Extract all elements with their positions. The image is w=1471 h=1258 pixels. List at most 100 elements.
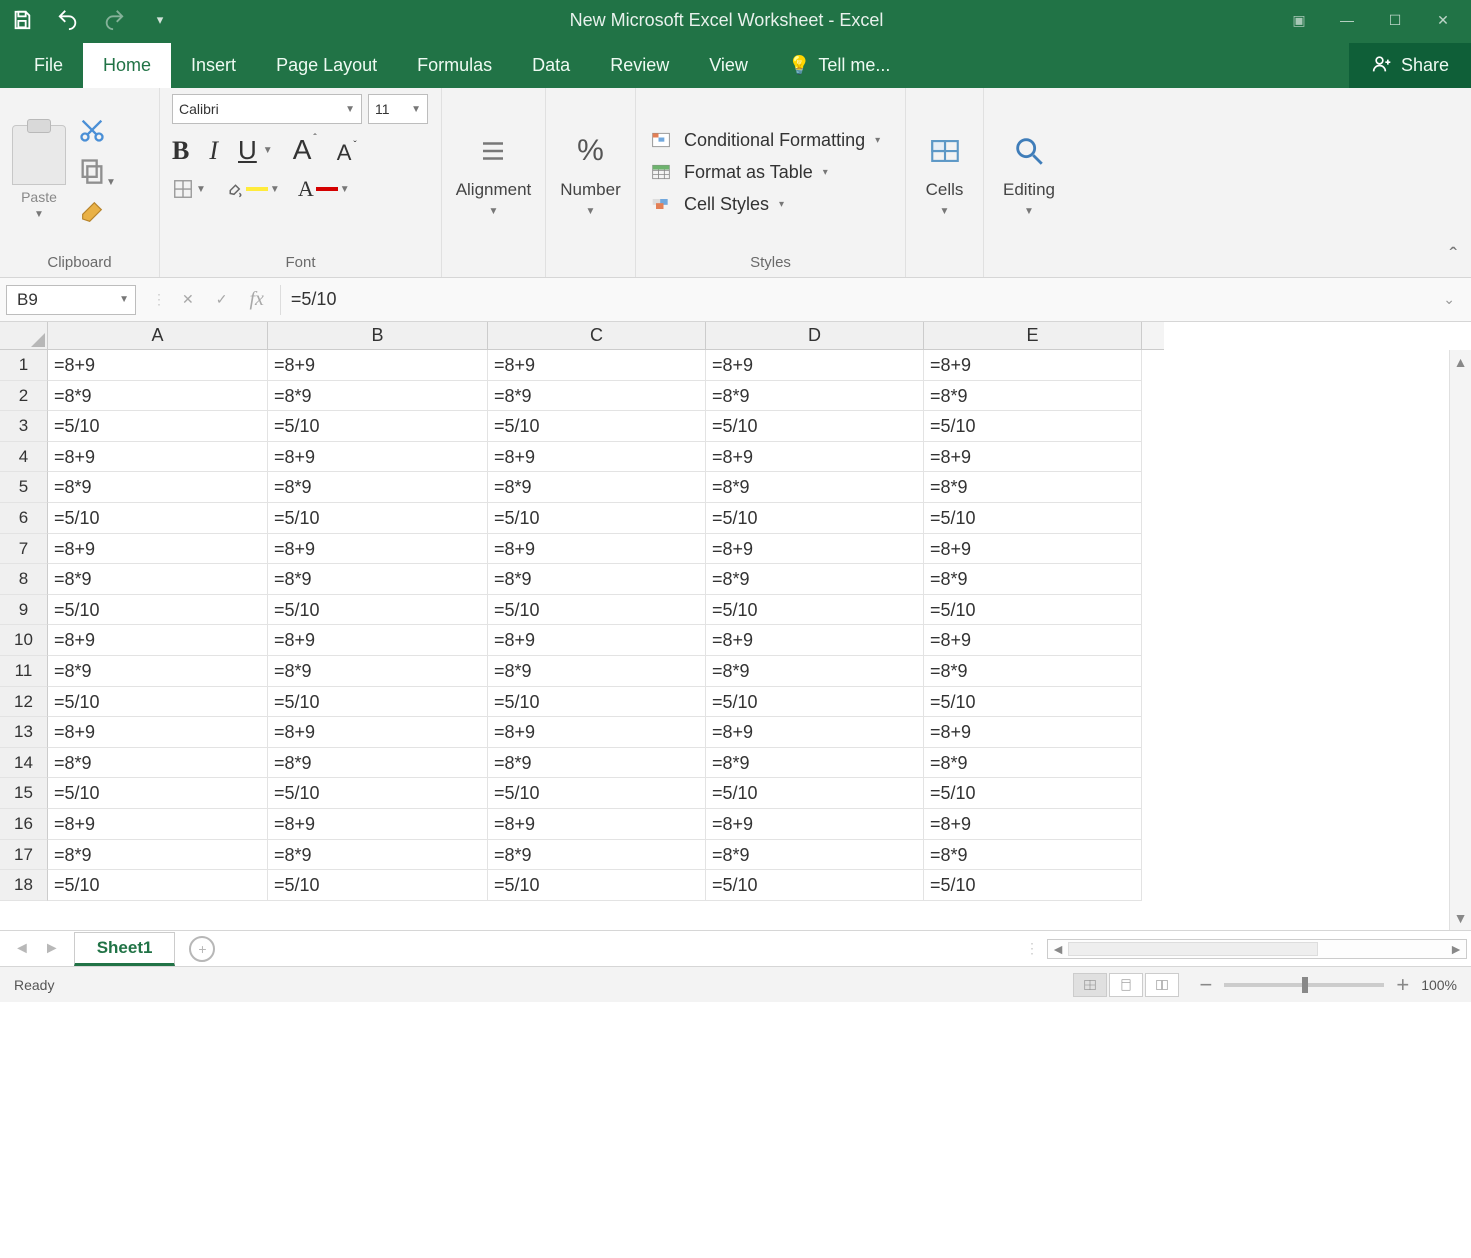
font-color-button[interactable]: A▼: [298, 176, 350, 202]
cell[interactable]: =8*9: [706, 472, 924, 503]
italic-button[interactable]: I: [209, 136, 218, 166]
horizontal-scrollbar[interactable]: ◄ ►: [1047, 939, 1467, 959]
tab-home[interactable]: Home: [83, 43, 171, 88]
format-as-table-button[interactable]: Format as Table▾: [648, 161, 880, 183]
cell[interactable]: =8+9: [924, 442, 1142, 473]
sheet-tab-active[interactable]: Sheet1: [74, 932, 176, 966]
column-header[interactable]: D: [706, 322, 924, 350]
cell[interactable]: =8*9: [488, 472, 706, 503]
cell[interactable]: =8*9: [706, 656, 924, 687]
cell[interactable]: =5/10: [48, 778, 268, 809]
hscroll-thumb[interactable]: [1068, 942, 1318, 956]
cell[interactable]: =5/10: [924, 411, 1142, 442]
cell[interactable]: =5/10: [706, 503, 924, 534]
cell[interactable]: =8+9: [268, 809, 488, 840]
cell[interactable]: =8*9: [488, 381, 706, 412]
cell[interactable]: =5/10: [706, 778, 924, 809]
cell[interactable]: =5/10: [488, 870, 706, 901]
cell[interactable]: =8*9: [268, 564, 488, 595]
paste-button[interactable]: Paste: [21, 189, 57, 205]
tab-tell-me[interactable]: 💡 Tell me...: [768, 43, 910, 88]
cell[interactable]: =5/10: [488, 411, 706, 442]
cell[interactable]: =8+9: [706, 717, 924, 748]
row-header[interactable]: 9: [0, 595, 48, 626]
cell[interactable]: =8+9: [268, 625, 488, 656]
cell[interactable]: =8*9: [48, 564, 268, 595]
cell[interactable]: =8*9: [48, 381, 268, 412]
cell[interactable]: =8*9: [706, 840, 924, 871]
vertical-scrollbar[interactable]: ▲ ▼: [1449, 350, 1471, 930]
cell[interactable]: =8+9: [706, 625, 924, 656]
paste-icon[interactable]: [12, 125, 66, 185]
cell[interactable]: =8*9: [924, 656, 1142, 687]
row-header[interactable]: 12: [0, 687, 48, 718]
row-header[interactable]: 15: [0, 778, 48, 809]
cell[interactable]: =8+9: [488, 350, 706, 381]
row-header[interactable]: 2: [0, 381, 48, 412]
cell[interactable]: =5/10: [48, 595, 268, 626]
cell[interactable]: =8+9: [706, 534, 924, 565]
alignment-button[interactable]: Alignment ▼: [456, 128, 532, 217]
cell[interactable]: =5/10: [268, 870, 488, 901]
cell[interactable]: =8+9: [488, 809, 706, 840]
view-normal-button[interactable]: [1073, 973, 1107, 997]
cell[interactable]: =8+9: [268, 442, 488, 473]
cell[interactable]: =8*9: [48, 472, 268, 503]
cells-button[interactable]: Cells ▼: [919, 128, 971, 217]
row-header[interactable]: 3: [0, 411, 48, 442]
row-header[interactable]: 6: [0, 503, 48, 534]
cell[interactable]: =8+9: [924, 534, 1142, 565]
cell[interactable]: =8+9: [48, 809, 268, 840]
cell[interactable]: =5/10: [268, 411, 488, 442]
cell[interactable]: =8*9: [268, 656, 488, 687]
tab-split-handle[interactable]: ⋮: [1017, 940, 1047, 957]
row-header[interactable]: 7: [0, 534, 48, 565]
cell[interactable]: =8+9: [48, 717, 268, 748]
sheet-nav-prev-icon[interactable]: ◄: [14, 940, 30, 958]
tab-formulas[interactable]: Formulas: [397, 43, 512, 88]
cell[interactable]: =8*9: [488, 748, 706, 779]
tab-view[interactable]: View: [689, 43, 768, 88]
ribbon-options-icon[interactable]: ▣: [1287, 12, 1311, 29]
column-header[interactable]: C: [488, 322, 706, 350]
fill-color-button[interactable]: ▼: [224, 180, 280, 198]
cell[interactable]: =5/10: [924, 778, 1142, 809]
new-sheet-button[interactable]: +: [189, 936, 215, 962]
row-header[interactable]: 5: [0, 472, 48, 503]
row-header[interactable]: 1: [0, 350, 48, 381]
row-header[interactable]: 14: [0, 748, 48, 779]
cell[interactable]: =8*9: [488, 564, 706, 595]
row-header[interactable]: 16: [0, 809, 48, 840]
tab-review[interactable]: Review: [590, 43, 689, 88]
cell[interactable]: =5/10: [268, 687, 488, 718]
scroll-right-icon[interactable]: ►: [1446, 941, 1466, 957]
number-button[interactable]: % Number ▼: [560, 128, 620, 217]
cell[interactable]: =5/10: [924, 870, 1142, 901]
formula-bar-expand-icon[interactable]: ⌄: [1433, 291, 1465, 308]
cell[interactable]: =8+9: [924, 625, 1142, 656]
cell[interactable]: =8*9: [48, 748, 268, 779]
paste-dropdown-icon[interactable]: ▼: [34, 209, 44, 220]
cell[interactable]: =8+9: [488, 442, 706, 473]
select-all-corner[interactable]: [0, 322, 48, 350]
minimize-icon[interactable]: —: [1335, 12, 1359, 29]
cell[interactable]: =8*9: [488, 840, 706, 871]
cell[interactable]: =5/10: [488, 778, 706, 809]
cell[interactable]: =5/10: [268, 503, 488, 534]
cell[interactable]: =8+9: [924, 350, 1142, 381]
row-header[interactable]: 13: [0, 717, 48, 748]
copy-icon[interactable]: ▼: [78, 157, 116, 188]
cell[interactable]: =5/10: [48, 687, 268, 718]
maximize-icon[interactable]: ☐: [1383, 12, 1407, 29]
tab-insert[interactable]: Insert: [171, 43, 256, 88]
cell[interactable]: =5/10: [488, 595, 706, 626]
row-header[interactable]: 18: [0, 870, 48, 901]
cell[interactable]: =5/10: [48, 411, 268, 442]
save-icon[interactable]: [8, 6, 36, 34]
cut-icon[interactable]: [78, 116, 116, 147]
formula-input[interactable]: =5/10: [280, 285, 1417, 315]
undo-icon[interactable]: [54, 6, 82, 34]
cell[interactable]: =8+9: [48, 442, 268, 473]
cell[interactable]: =8*9: [924, 840, 1142, 871]
zoom-in-button[interactable]: +: [1396, 972, 1409, 998]
